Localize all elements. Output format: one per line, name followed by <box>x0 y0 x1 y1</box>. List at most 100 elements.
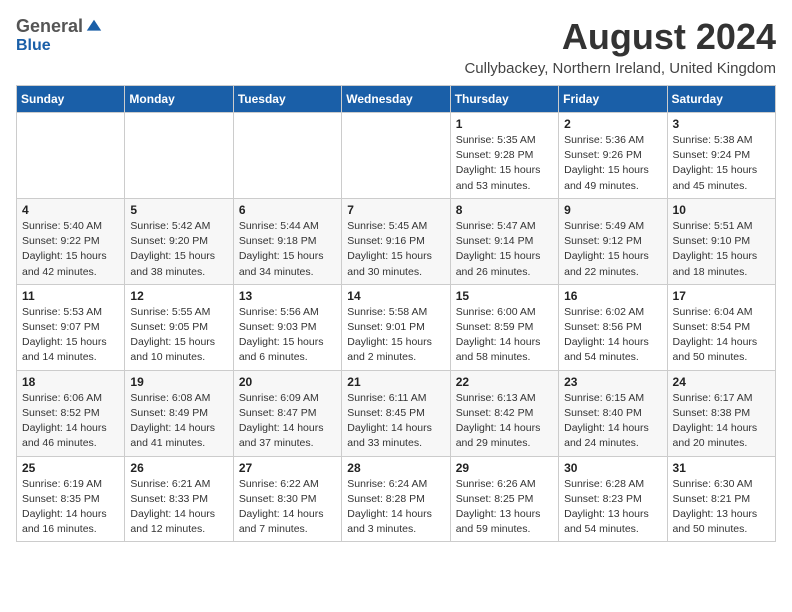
day-number: 9 <box>564 203 661 217</box>
logo-blue: Blue <box>16 37 51 54</box>
calendar-cell: 20 Sunrise: 6:09 AM Sunset: 8:47 PM Dayli… <box>233 370 341 456</box>
logo-icon <box>85 18 103 36</box>
day-number: 15 <box>456 289 553 303</box>
calendar-cell: 31 Sunrise: 6:30 AM Sunset: 8:21 PM Dayli… <box>667 456 775 542</box>
day-number: 2 <box>564 117 661 131</box>
day-info: Sunrise: 6:15 AM Sunset: 8:40 PM Dayligh… <box>564 391 661 452</box>
day-info: Sunrise: 5:55 AM Sunset: 9:05 PM Dayligh… <box>130 305 227 366</box>
calendar-cell <box>342 113 450 199</box>
day-number: 5 <box>130 203 227 217</box>
day-info: Sunrise: 6:02 AM Sunset: 8:56 PM Dayligh… <box>564 305 661 366</box>
calendar-cell: 19 Sunrise: 6:08 AM Sunset: 8:49 PM Dayli… <box>125 370 233 456</box>
calendar-cell <box>233 113 341 199</box>
day-info: Sunrise: 5:38 AM Sunset: 9:24 PM Dayligh… <box>673 133 770 194</box>
day-info: Sunrise: 6:22 AM Sunset: 8:30 PM Dayligh… <box>239 477 336 538</box>
calendar-cell: 29Sunrise: 6:26 AM Sunset: 8:25 PM Dayli… <box>450 456 558 542</box>
day-info: Sunrise: 6:04 AM Sunset: 8:54 PM Dayligh… <box>673 305 770 366</box>
day-info: Sunrise: 5:47 AM Sunset: 9:14 PM Dayligh… <box>456 219 553 280</box>
calendar-cell: 6 Sunrise: 5:44 AM Sunset: 9:18 PM Daylig… <box>233 198 341 284</box>
day-number: 25 <box>22 461 119 475</box>
day-info: Sunrise: 6:21 AM Sunset: 8:33 PM Dayligh… <box>130 477 227 538</box>
day-info: Sunrise: 5:35 AM Sunset: 9:28 PM Dayligh… <box>456 133 553 194</box>
calendar-cell: 5 Sunrise: 5:42 AM Sunset: 9:20 PM Daylig… <box>125 198 233 284</box>
day-info: Sunrise: 5:56 AM Sunset: 9:03 PM Dayligh… <box>239 305 336 366</box>
calendar-cell: 18 Sunrise: 6:06 AM Sunset: 8:52 PM Dayli… <box>17 370 125 456</box>
day-number: 22 <box>456 375 553 389</box>
day-number: 26 <box>130 461 227 475</box>
day-info: Sunrise: 5:36 AM Sunset: 9:26 PM Dayligh… <box>564 133 661 194</box>
calendar-cell: 14Sunrise: 5:58 AM Sunset: 9:01 PM Dayli… <box>342 284 450 370</box>
calendar-week-row: 4Sunrise: 5:40 AM Sunset: 9:22 PM Daylig… <box>17 198 776 284</box>
day-number: 12 <box>130 289 227 303</box>
calendar-cell: 2 Sunrise: 5:36 AM Sunset: 9:26 PM Daylig… <box>559 113 667 199</box>
calendar-cell: 25 Sunrise: 6:19 AM Sunset: 8:35 PM Dayli… <box>17 456 125 542</box>
header-friday: Friday <box>559 86 667 113</box>
day-info: Sunrise: 5:45 AM Sunset: 9:16 PM Dayligh… <box>347 219 444 280</box>
calendar-cell: 12 Sunrise: 5:55 AM Sunset: 9:05 PM Dayli… <box>125 284 233 370</box>
title-block: August 2024 Cullybackey, Northern Irelan… <box>464 16 776 77</box>
day-number: 4 <box>22 203 119 217</box>
day-number: 21 <box>347 375 444 389</box>
day-info: Sunrise: 6:13 AM Sunset: 8:42 PM Dayligh… <box>456 391 553 452</box>
day-number: 28 <box>347 461 444 475</box>
day-number: 1 <box>456 117 553 131</box>
calendar-cell: 8 Sunrise: 5:47 AM Sunset: 9:14 PM Daylig… <box>450 198 558 284</box>
day-info: Sunrise: 6:08 AM Sunset: 8:49 PM Dayligh… <box>130 391 227 452</box>
day-info: Sunrise: 6:06 AM Sunset: 8:52 PM Dayligh… <box>22 391 119 452</box>
day-info: Sunrise: 6:09 AM Sunset: 8:47 PM Dayligh… <box>239 391 336 452</box>
calendar-cell: 15 Sunrise: 6:00 AM Sunset: 8:59 PM Dayli… <box>450 284 558 370</box>
calendar-cell: 9Sunrise: 5:49 AM Sunset: 9:12 PM Daylig… <box>559 198 667 284</box>
calendar-cell: 23 Sunrise: 6:15 AM Sunset: 8:40 PM Dayli… <box>559 370 667 456</box>
logo: General Blue <box>16 16 103 55</box>
day-info: Sunrise: 6:28 AM Sunset: 8:23 PM Dayligh… <box>564 477 661 538</box>
calendar-cell <box>125 113 233 199</box>
logo-general: General <box>16 16 83 37</box>
header-wednesday: Wednesday <box>342 86 450 113</box>
calendar-cell: 30 Sunrise: 6:28 AM Sunset: 8:23 PM Dayli… <box>559 456 667 542</box>
calendar-cell: 4Sunrise: 5:40 AM Sunset: 9:22 PM Daylig… <box>17 198 125 284</box>
calendar-cell <box>17 113 125 199</box>
calendar-cell: 27 Sunrise: 6:22 AM Sunset: 8:30 PM Dayli… <box>233 456 341 542</box>
page-header: General Blue August 2024 Cullybackey, No… <box>16 16 776 77</box>
day-number: 6 <box>239 203 336 217</box>
day-number: 23 <box>564 375 661 389</box>
calendar-header-row: Sunday Monday Tuesday Wednesday Thursday… <box>17 86 776 113</box>
calendar-cell: 21 Sunrise: 6:11 AM Sunset: 8:45 PM Dayli… <box>342 370 450 456</box>
header-sunday: Sunday <box>17 86 125 113</box>
calendar-week-row: 1 Sunrise: 5:35 AM Sunset: 9:28 PM Daylig… <box>17 113 776 199</box>
calendar-cell: 11 Sunrise: 5:53 AM Sunset: 9:07 PM Dayli… <box>17 284 125 370</box>
calendar-week-row: 25 Sunrise: 6:19 AM Sunset: 8:35 PM Dayli… <box>17 456 776 542</box>
day-number: 31 <box>673 461 770 475</box>
day-info: Sunrise: 5:53 AM Sunset: 9:07 PM Dayligh… <box>22 305 119 366</box>
day-number: 18 <box>22 375 119 389</box>
day-info: Sunrise: 5:44 AM Sunset: 9:18 PM Dayligh… <box>239 219 336 280</box>
day-info: Sunrise: 6:26 AM Sunset: 8:25 PM Dayligh… <box>456 477 553 538</box>
calendar-cell: 17 Sunrise: 6:04 AM Sunset: 8:54 PM Dayli… <box>667 284 775 370</box>
day-number: 14 <box>347 289 444 303</box>
day-info: Sunrise: 5:42 AM Sunset: 9:20 PM Dayligh… <box>130 219 227 280</box>
calendar-cell: 16 Sunrise: 6:02 AM Sunset: 8:56 PM Dayli… <box>559 284 667 370</box>
header-tuesday: Tuesday <box>233 86 341 113</box>
calendar-cell: 22 Sunrise: 6:13 AM Sunset: 8:42 PM Dayli… <box>450 370 558 456</box>
day-info: Sunrise: 6:19 AM Sunset: 8:35 PM Dayligh… <box>22 477 119 538</box>
day-number: 30 <box>564 461 661 475</box>
day-number: 19 <box>130 375 227 389</box>
day-number: 8 <box>456 203 553 217</box>
calendar-week-row: 18 Sunrise: 6:06 AM Sunset: 8:52 PM Dayli… <box>17 370 776 456</box>
day-number: 17 <box>673 289 770 303</box>
day-number: 16 <box>564 289 661 303</box>
day-info: Sunrise: 6:30 AM Sunset: 8:21 PM Dayligh… <box>673 477 770 538</box>
calendar-cell: 28Sunrise: 6:24 AM Sunset: 8:28 PM Dayli… <box>342 456 450 542</box>
header-saturday: Saturday <box>667 86 775 113</box>
header-thursday: Thursday <box>450 86 558 113</box>
day-info: Sunrise: 6:00 AM Sunset: 8:59 PM Dayligh… <box>456 305 553 366</box>
day-number: 20 <box>239 375 336 389</box>
day-number: 7 <box>347 203 444 217</box>
day-info: Sunrise: 5:51 AM Sunset: 9:10 PM Dayligh… <box>673 219 770 280</box>
calendar-cell: 24Sunrise: 6:17 AM Sunset: 8:38 PM Dayli… <box>667 370 775 456</box>
day-number: 27 <box>239 461 336 475</box>
day-number: 11 <box>22 289 119 303</box>
calendar-cell: 7 Sunrise: 5:45 AM Sunset: 9:16 PM Daylig… <box>342 198 450 284</box>
day-info: Sunrise: 6:11 AM Sunset: 8:45 PM Dayligh… <box>347 391 444 452</box>
calendar-cell: 3Sunrise: 5:38 AM Sunset: 9:24 PM Daylig… <box>667 113 775 199</box>
